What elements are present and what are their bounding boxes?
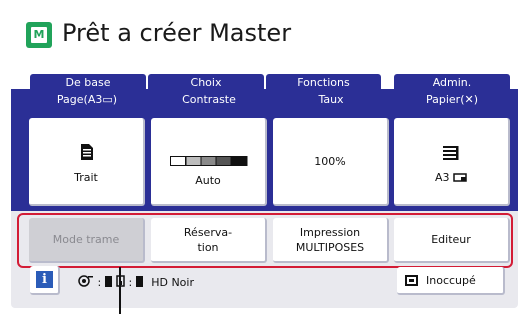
page-title: Prêt a créer Master bbox=[62, 19, 292, 47]
drum-status: : bbox=[77, 275, 112, 289]
tab-de-base[interactable]: De base bbox=[30, 74, 146, 91]
tab-choix[interactable]: Choix bbox=[148, 74, 264, 91]
ink-color: HD Noir bbox=[151, 276, 194, 289]
tab-bar: De base Choix Fonctions Admin. bbox=[11, 65, 518, 91]
callout-line bbox=[119, 267, 121, 314]
machine-status-label: Inoccupé bbox=[426, 274, 476, 287]
drum-icon bbox=[78, 275, 93, 287]
master-icon: M bbox=[26, 22, 52, 48]
monitor-icon bbox=[405, 275, 418, 286]
info-button[interactable]: i bbox=[30, 266, 60, 295]
info-icon: i bbox=[36, 271, 53, 288]
control-panel: M Prêt a créer Master De base Choix Fonc… bbox=[11, 3, 518, 308]
paper-button[interactable]: A3 bbox=[394, 118, 510, 206]
paper-tray-icon bbox=[443, 146, 459, 160]
tab-admin[interactable]: Admin. bbox=[394, 74, 510, 91]
rate-button[interactable]: 100% bbox=[273, 118, 389, 206]
reservation-button[interactable]: Réserva- tion bbox=[151, 218, 267, 263]
contrast-scale-icon bbox=[170, 156, 248, 166]
tab-fonctions[interactable]: Fonctions bbox=[266, 74, 381, 91]
page-button[interactable]: Trait bbox=[29, 118, 145, 206]
settings-tiles: Trait Auto 100% A3 bbox=[11, 110, 518, 212]
mode-trame-button[interactable]: Mode trame bbox=[29, 218, 145, 263]
page-value: Trait bbox=[74, 171, 98, 184]
ink-status: : HD Noir bbox=[116, 275, 194, 289]
contrast-button[interactable]: Auto bbox=[151, 118, 267, 206]
header: M Prêt a créer Master bbox=[11, 3, 518, 65]
editor-button[interactable]: Editeur bbox=[394, 218, 510, 263]
paper-orientation-icon bbox=[453, 173, 467, 182]
status-bar: i : : HD Noir Inoccupé bbox=[11, 262, 518, 300]
contrast-value: Auto bbox=[195, 174, 221, 187]
document-text-icon bbox=[81, 144, 93, 160]
multi-up-print-button[interactable]: Impression MULTIPOSES bbox=[273, 218, 389, 263]
machine-status-button[interactable]: Inoccupé bbox=[397, 267, 505, 295]
paper-value: A3 bbox=[394, 171, 508, 184]
rate-value: 100% bbox=[314, 155, 346, 168]
